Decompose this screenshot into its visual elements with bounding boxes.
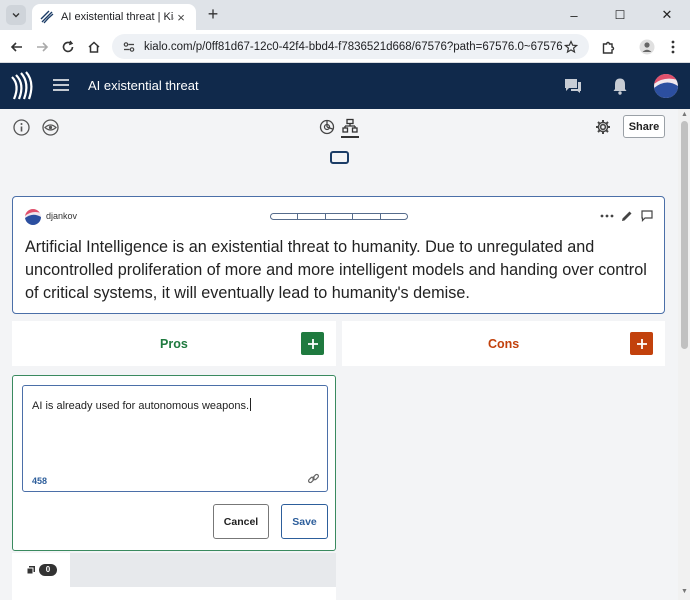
settings-button[interactable] — [594, 118, 612, 136]
visibility-button[interactable] — [41, 118, 59, 136]
eye-icon — [41, 118, 59, 136]
save-button[interactable]: Save — [281, 504, 328, 539]
profile-icon — [639, 39, 655, 55]
add-link-button[interactable] — [306, 471, 320, 485]
new-claim-editor: AI is already used for autonomous weapon… — [12, 375, 336, 551]
tree-view-button[interactable] — [341, 117, 359, 135]
more-vertical-icon — [671, 40, 675, 54]
forward-button[interactable] — [31, 36, 53, 58]
tab-close-button[interactable]: × — [174, 10, 188, 25]
remaining-characters-count: 458 — [32, 476, 48, 486]
chat-icon — [565, 79, 581, 93]
sub-claims-icon — [26, 565, 36, 575]
home-icon — [88, 41, 100, 53]
cancel-button[interactable]: Cancel — [213, 504, 269, 539]
pros-column-header: Pros — [12, 321, 336, 366]
share-button[interactable]: Share — [623, 115, 665, 138]
author-avatar — [25, 209, 41, 225]
discussion-progress-bar — [270, 213, 408, 220]
tree-view-icon — [342, 118, 358, 133]
thesis-card[interactable]: djankov Artificial Intelligence is an ex… — [12, 196, 665, 314]
claim-card-bar — [70, 553, 336, 587]
arrow-right-icon — [37, 42, 49, 52]
browser-menu-button[interactable] — [662, 36, 684, 58]
pencil-icon — [622, 211, 632, 221]
sunburst-view-button[interactable] — [318, 118, 336, 136]
kialo-logo-icon[interactable] — [10, 71, 36, 101]
user-avatar[interactable] — [654, 74, 678, 98]
active-view-indicator — [341, 136, 359, 138]
cons-label: Cons — [488, 337, 520, 351]
sunburst-icon — [319, 119, 335, 135]
link-icon — [307, 473, 319, 483]
browser-tab[interactable]: AI existential threat | Kialo × — [32, 4, 196, 30]
claim-text-value: AI is already used for autonomous weapon… — [32, 398, 252, 412]
new-tab-button[interactable]: + — [203, 5, 223, 25]
plus-icon — [307, 338, 318, 349]
add-pro-button[interactable] — [301, 332, 324, 355]
info-button[interactable] — [12, 118, 30, 136]
chat-button[interactable] — [562, 75, 584, 97]
claim-textarea[interactable]: AI is already used for autonomous weapon… — [22, 385, 328, 492]
bookmark-star-icon[interactable] — [563, 39, 579, 55]
bell-icon — [613, 78, 627, 95]
site-settings-icon[interactable] — [122, 40, 136, 54]
thesis-text: Artificial Intelligence is an existentia… — [25, 238, 647, 302]
pros-label: Pros — [160, 337, 188, 351]
menu-button[interactable] — [52, 77, 70, 93]
reload-icon — [62, 40, 74, 53]
edit-button[interactable] — [620, 209, 634, 223]
notifications-button[interactable] — [609, 75, 631, 97]
home-button[interactable] — [83, 36, 105, 58]
menu-icon — [53, 79, 69, 91]
claim-card[interactable]: 0 — [12, 553, 336, 600]
profile-button[interactable] — [636, 36, 658, 58]
maximize-button[interactable]: ☐ — [597, 0, 643, 30]
sub-claims-count-badge: 0 — [39, 564, 57, 576]
url-text: kialo.com/p/0ff81d67-12c0-42f4-bbd4-f783… — [144, 40, 563, 53]
scrollbar-thumb[interactable] — [681, 121, 688, 349]
plus-icon — [636, 338, 647, 349]
browser-toolbar: kialo.com/p/0ff81d67-12c0-42f4-bbd4-f783… — [0, 30, 690, 63]
app-header: AI existential threat — [0, 63, 690, 109]
scroll-down-arrow-icon[interactable]: ▼ — [680, 588, 689, 595]
comment-icon — [641, 210, 653, 222]
scroll-up-arrow-icon[interactable]: ▲ — [680, 111, 689, 118]
add-con-button[interactable] — [630, 332, 653, 355]
minimize-button[interactable]: – — [551, 0, 597, 30]
puzzle-icon — [602, 41, 614, 54]
tab-search-button[interactable] — [6, 5, 26, 25]
arrow-left-icon — [10, 42, 22, 52]
minimap-viewport-icon[interactable] — [330, 151, 349, 164]
more-horizontal-icon — [600, 214, 614, 218]
extensions-button[interactable] — [597, 36, 619, 58]
info-icon — [12, 118, 30, 136]
cons-column-header: Cons — [342, 321, 665, 366]
tab-title: AI existential threat | Kialo — [61, 11, 174, 23]
back-button[interactable] — [6, 36, 28, 58]
chevron-down-icon — [12, 13, 20, 18]
reload-button[interactable] — [57, 36, 79, 58]
browser-tabstrip: AI existential threat | Kialo × + – ☐ ✕ — [0, 0, 690, 30]
gear-icon — [596, 120, 610, 134]
more-options-button[interactable] — [600, 209, 614, 223]
text-caret — [250, 398, 252, 411]
kialo-favicon-icon — [40, 10, 54, 24]
close-window-button[interactable]: ✕ — [644, 0, 690, 30]
address-bar[interactable]: kialo.com/p/0ff81d67-12c0-42f4-bbd4-f783… — [112, 34, 589, 59]
discussion-title: AI existential threat — [88, 78, 199, 93]
comment-button[interactable] — [640, 209, 654, 223]
author-name[interactable]: djankov — [46, 211, 77, 221]
